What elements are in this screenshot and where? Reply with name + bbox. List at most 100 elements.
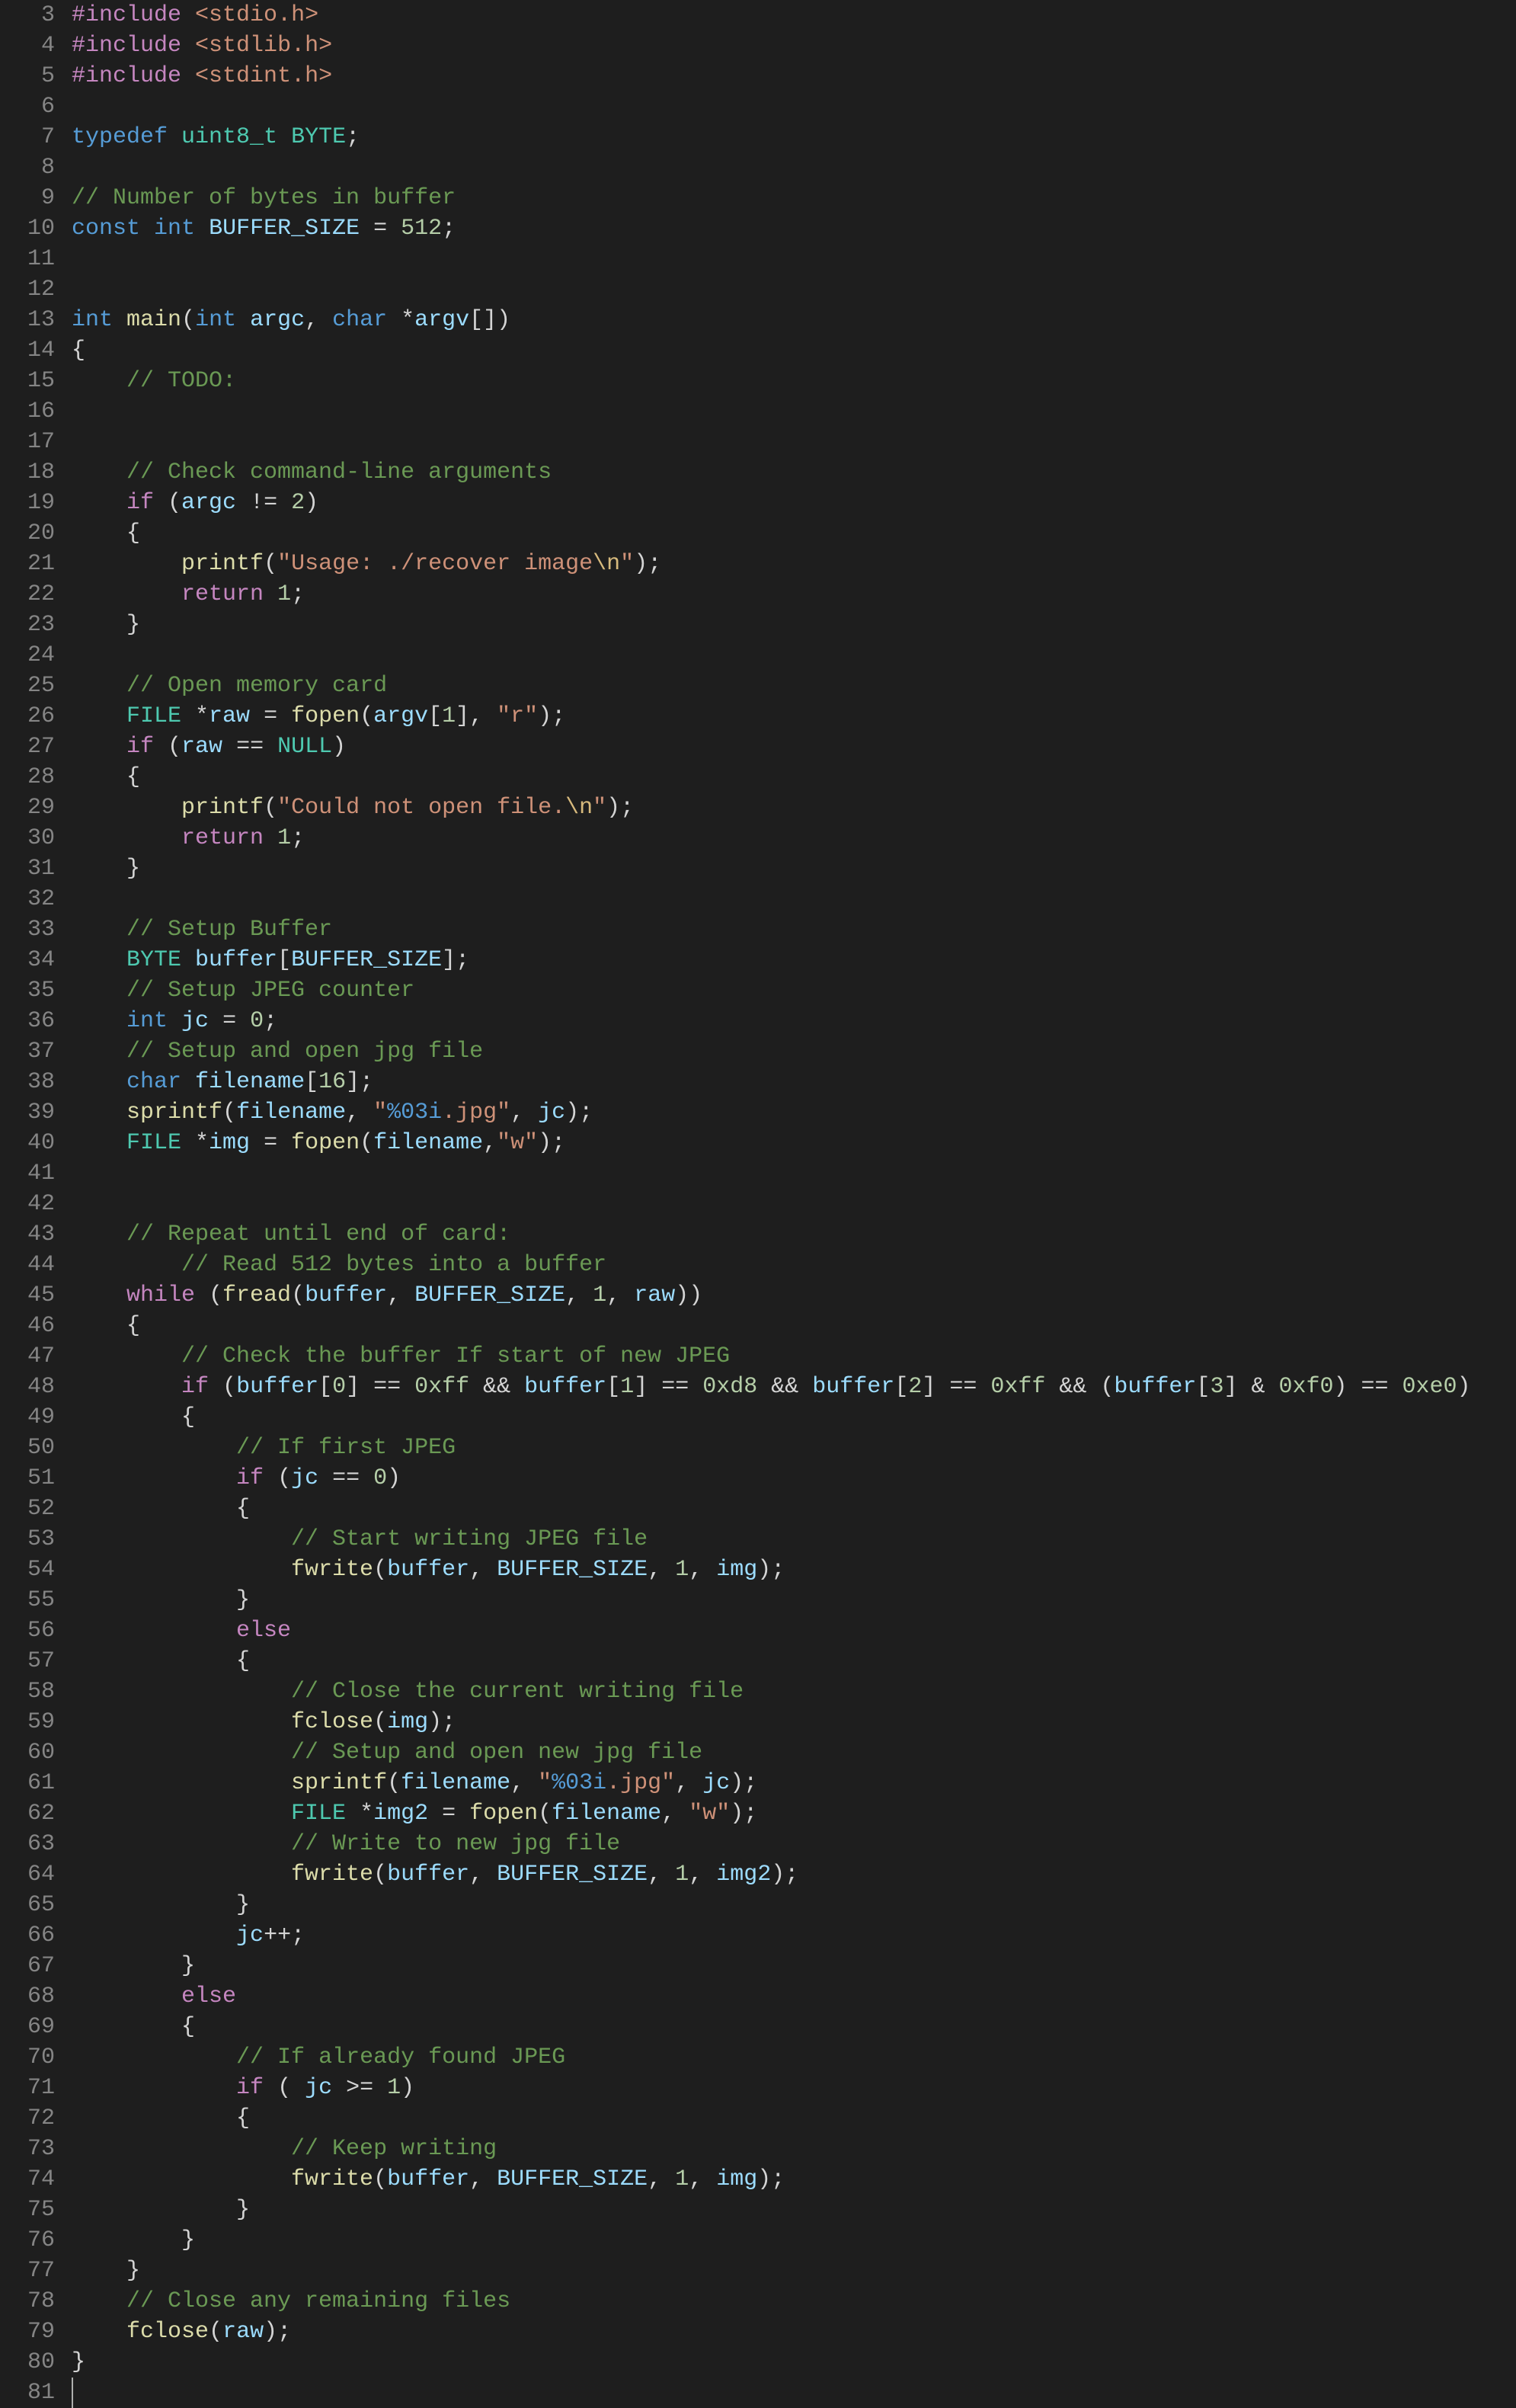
line-number: 35 [0,975,55,1006]
code-line[interactable]: } [72,610,1516,640]
code-line[interactable]: int main(int argc, char *argv[]) [72,305,1516,335]
code-line[interactable]: if (raw == NULL) [72,732,1516,762]
code-line[interactable]: { [72,518,1516,549]
code-line[interactable]: fwrite(buffer, BUFFER_SIZE, 1, img); [72,2164,1516,2195]
code-line[interactable]: // Setup JPEG counter [72,975,1516,1006]
code-line[interactable]: // Write to new jpg file [72,1829,1516,1859]
code-line[interactable]: } [72,2195,1516,2225]
code-line[interactable]: { [72,1494,1516,1524]
code-line[interactable]: #include <stdint.h> [72,61,1516,91]
code-line[interactable]: FILE *raw = fopen(argv[1], "r"); [72,701,1516,732]
code-line[interactable]: fwrite(buffer, BUFFER_SIZE, 1, img2); [72,1859,1516,1890]
code-line[interactable]: BYTE buffer[BUFFER_SIZE]; [72,945,1516,975]
code-line[interactable]: { [72,335,1516,366]
code-line[interactable]: // Close any remaining files [72,2286,1516,2317]
code-line[interactable]: if (buffer[0] == 0xff && buffer[1] == 0x… [72,1372,1516,1402]
code-line[interactable] [72,244,1516,274]
line-number: 26 [0,701,55,732]
code-line[interactable]: if (argc != 2) [72,488,1516,518]
code-line[interactable]: else [72,1615,1516,1646]
line-number: 17 [0,427,55,457]
code-line[interactable]: #include <stdio.h> [72,0,1516,30]
code-line[interactable]: // TODO: [72,366,1516,396]
code-line[interactable]: // Setup and open new jpg file [72,1737,1516,1768]
code-line[interactable]: fwrite(buffer, BUFFER_SIZE, 1, img); [72,1555,1516,1585]
code-line[interactable]: fclose(raw); [72,2317,1516,2347]
code-line[interactable]: } [72,2225,1516,2256]
code-line[interactable] [72,640,1516,671]
code-line[interactable] [72,1158,1516,1189]
code-line[interactable]: } [72,2256,1516,2286]
line-number: 71 [0,2073,55,2103]
line-number: 38 [0,1067,55,1097]
code-line[interactable]: } [72,1951,1516,1981]
code-line[interactable]: fclose(img); [72,1707,1516,1737]
line-number: 12 [0,274,55,305]
code-line[interactable]: // Start writing JPEG file [72,1524,1516,1555]
code-line[interactable]: sprintf(filename, "%03i.jpg", jc); [72,1768,1516,1798]
code-line[interactable]: printf("Usage: ./recover image\n"); [72,549,1516,579]
code-line[interactable]: { [72,2103,1516,2134]
code-line[interactable]: // Keep writing [72,2134,1516,2164]
code-line[interactable]: // Repeat until end of card: [72,1219,1516,1250]
code-line[interactable]: } [72,2347,1516,2378]
code-line[interactable] [72,884,1516,914]
code-line[interactable] [72,274,1516,305]
code-line[interactable]: jc++; [72,1920,1516,1951]
code-line[interactable]: // If first JPEG [72,1433,1516,1463]
line-number: 33 [0,914,55,945]
code-line[interactable] [72,427,1516,457]
code-line[interactable] [72,91,1516,122]
code-line[interactable]: FILE *img = fopen(filename,"w"); [72,1128,1516,1158]
code-editor[interactable]: 3456789101112131415161718192021222324252… [0,0,1516,2408]
code-line[interactable]: else [72,1981,1516,2012]
line-number: 43 [0,1219,55,1250]
code-line[interactable]: // Check the buffer If start of new JPEG [72,1341,1516,1372]
code-line[interactable]: const int BUFFER_SIZE = 512; [72,213,1516,244]
code-line[interactable]: while (fread(buffer, BUFFER_SIZE, 1, raw… [72,1280,1516,1311]
code-line[interactable]: { [72,2012,1516,2042]
line-number: 67 [0,1951,55,1981]
code-line[interactable]: int jc = 0; [72,1006,1516,1036]
code-line[interactable]: // Number of bytes in buffer [72,183,1516,213]
line-number: 78 [0,2286,55,2317]
line-number: 68 [0,1981,55,2012]
code-line[interactable]: char filename[16]; [72,1067,1516,1097]
code-line[interactable] [72,152,1516,183]
code-line[interactable]: { [72,1646,1516,1676]
code-line[interactable]: // Close the current writing file [72,1676,1516,1707]
code-line[interactable]: // Open memory card [72,671,1516,701]
code-line[interactable]: // Setup and open jpg file [72,1036,1516,1067]
code-line[interactable] [72,2378,1516,2408]
code-line[interactable]: #include <stdlib.h> [72,30,1516,61]
code-line[interactable]: typedef uint8_t BYTE; [72,122,1516,152]
line-number: 76 [0,2225,55,2256]
code-line[interactable]: } [72,1585,1516,1615]
line-number: 24 [0,640,55,671]
line-number: 11 [0,244,55,274]
code-line[interactable]: sprintf(filename, "%03i.jpg", jc); [72,1097,1516,1128]
code-line[interactable]: // If already found JPEG [72,2042,1516,2073]
code-line[interactable]: if ( jc >= 1) [72,2073,1516,2103]
code-line[interactable]: FILE *img2 = fopen(filename, "w"); [72,1798,1516,1829]
code-line[interactable]: return 1; [72,579,1516,610]
code-line[interactable]: { [72,1402,1516,1433]
code-line[interactable]: if (jc == 0) [72,1463,1516,1494]
code-line[interactable] [72,1189,1516,1219]
code-area[interactable]: #include <stdio.h>#include <stdlib.h>#in… [69,0,1516,2408]
code-line[interactable]: return 1; [72,823,1516,853]
line-number: 30 [0,823,55,853]
line-number: 41 [0,1158,55,1189]
line-number: 46 [0,1311,55,1341]
code-line[interactable]: // Read 512 bytes into a buffer [72,1250,1516,1280]
code-line[interactable]: { [72,762,1516,793]
code-line[interactable] [72,396,1516,427]
line-number: 13 [0,305,55,335]
code-line[interactable]: } [72,853,1516,884]
code-line[interactable]: { [72,1311,1516,1341]
line-number: 34 [0,945,55,975]
code-line[interactable]: } [72,1890,1516,1920]
code-line[interactable]: printf("Could not open file.\n"); [72,793,1516,823]
code-line[interactable]: // Setup Buffer [72,914,1516,945]
code-line[interactable]: // Check command-line arguments [72,457,1516,488]
